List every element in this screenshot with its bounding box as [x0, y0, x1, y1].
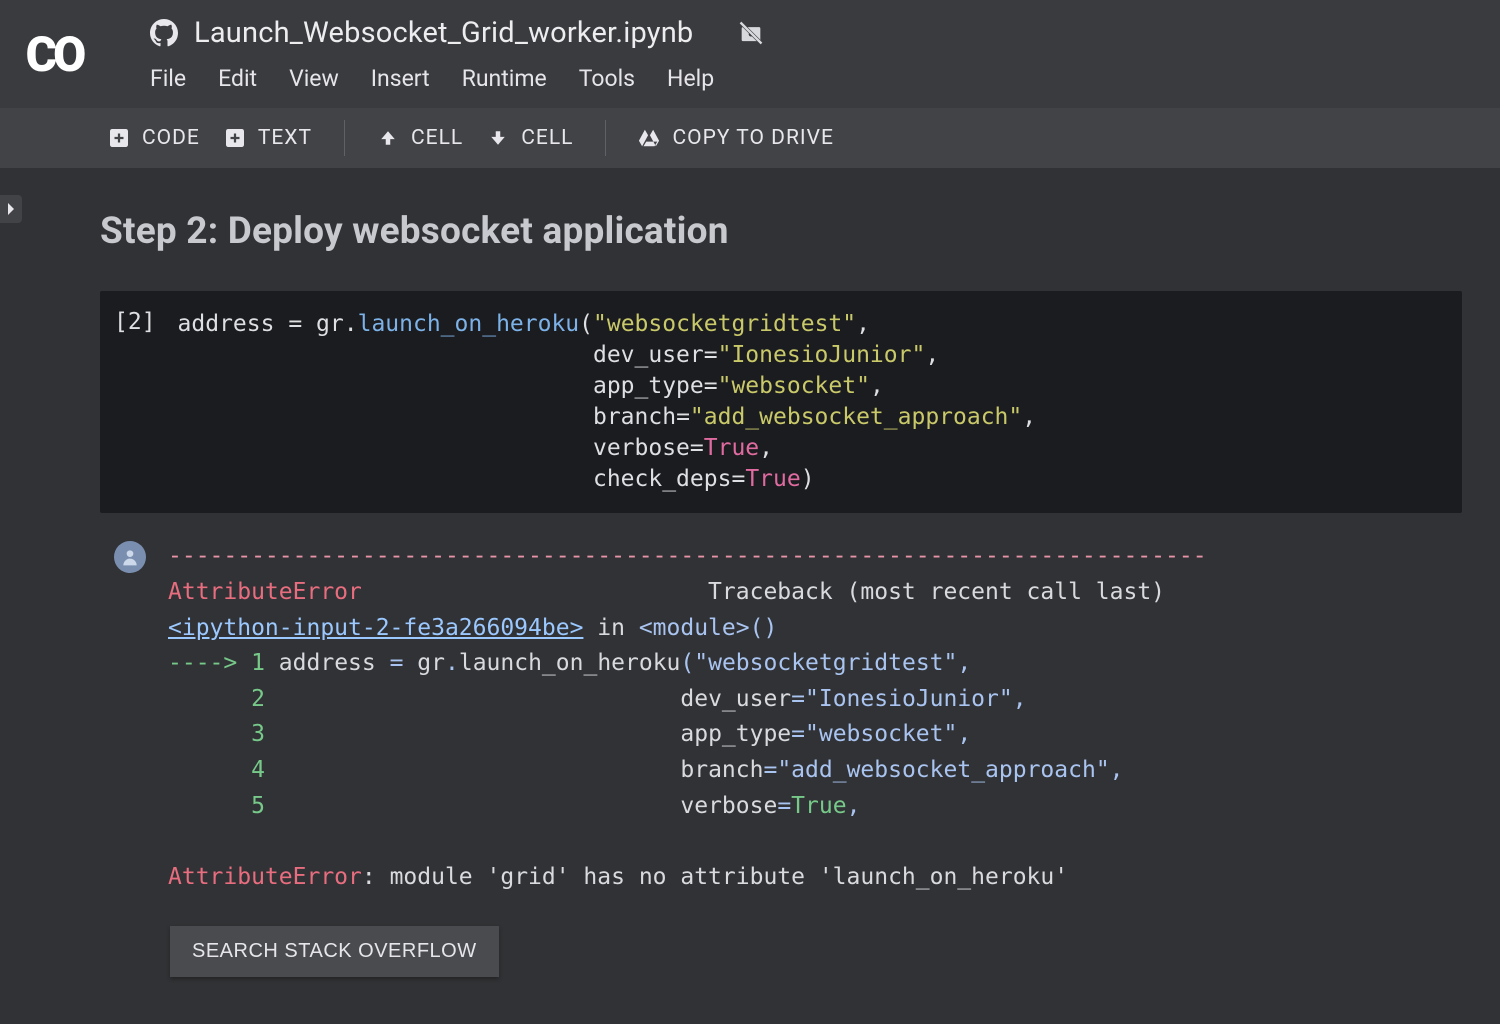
arrow-up-icon	[377, 127, 399, 149]
cell-up-label: CELL	[411, 126, 463, 150]
plus-icon	[224, 127, 246, 149]
traceback-link[interactable]: <ipython-input-2-fe3a266094be>	[168, 615, 583, 641]
copy-to-drive-button[interactable]: COPY TO DRIVE	[638, 126, 833, 150]
drive-icon	[638, 127, 660, 149]
app-header: CO Launch_Websocket_Grid_worker.ipynb Fi…	[0, 0, 1500, 108]
menu-help[interactable]: Help	[667, 65, 714, 92]
code-cell[interactable]: [2] address = gr.launch_on_heroku("webso…	[100, 291, 1462, 513]
add-code-label: CODE	[142, 126, 200, 150]
search-stack-overflow-button[interactable]: SEARCH STACK OVERFLOW	[170, 926, 499, 977]
cell-down-label: CELL	[521, 126, 573, 150]
menu-view[interactable]: View	[289, 65, 339, 92]
section-heading: Step 2: Deploy websocket application	[100, 210, 1462, 253]
header-main: Launch_Websocket_Grid_worker.ipynb File …	[108, 0, 1500, 108]
toolbar-separator	[344, 120, 345, 156]
traceback-output: ----------------------------------------…	[168, 539, 1462, 895]
logo-area: CO	[0, 0, 108, 108]
menu-runtime[interactable]: Runtime	[462, 65, 547, 92]
cell-down-button[interactable]: CELL	[487, 126, 573, 150]
colab-logo-icon: CO	[26, 26, 83, 83]
no-camera-icon	[737, 19, 765, 47]
arrow-down-icon	[487, 127, 509, 149]
notebook-content: Step 2: Deploy websocket application [2]…	[62, 168, 1500, 1024]
toolbar: CODE TEXT CELL CELL COPY TO DRIVE	[0, 108, 1500, 168]
cell-output: ----------------------------------------…	[100, 539, 1462, 895]
title-row: Launch_Websocket_Grid_worker.ipynb	[108, 12, 1500, 54]
notebook-title[interactable]: Launch_Websocket_Grid_worker.ipynb	[194, 16, 693, 50]
plus-icon	[108, 127, 130, 149]
add-text-button[interactable]: TEXT	[224, 126, 312, 150]
user-avatar-icon	[114, 541, 146, 573]
menu-bar: File Edit View Insert Runtime Tools Help	[108, 54, 1500, 102]
github-icon	[150, 19, 178, 47]
sidebar-toggle[interactable]	[0, 195, 22, 223]
menu-file[interactable]: File	[150, 65, 186, 92]
add-code-button[interactable]: CODE	[108, 126, 200, 150]
cell-up-button[interactable]: CELL	[377, 126, 463, 150]
copy-to-drive-label: COPY TO DRIVE	[672, 126, 833, 150]
execution-count: [2]	[114, 309, 156, 495]
add-text-label: TEXT	[258, 126, 312, 150]
menu-edit[interactable]: Edit	[218, 65, 257, 92]
toolbar-separator	[605, 120, 606, 156]
code-editor[interactable]: address = gr.launch_on_heroku("websocket…	[178, 309, 1037, 495]
menu-tools[interactable]: Tools	[579, 65, 635, 92]
menu-insert[interactable]: Insert	[371, 65, 430, 92]
